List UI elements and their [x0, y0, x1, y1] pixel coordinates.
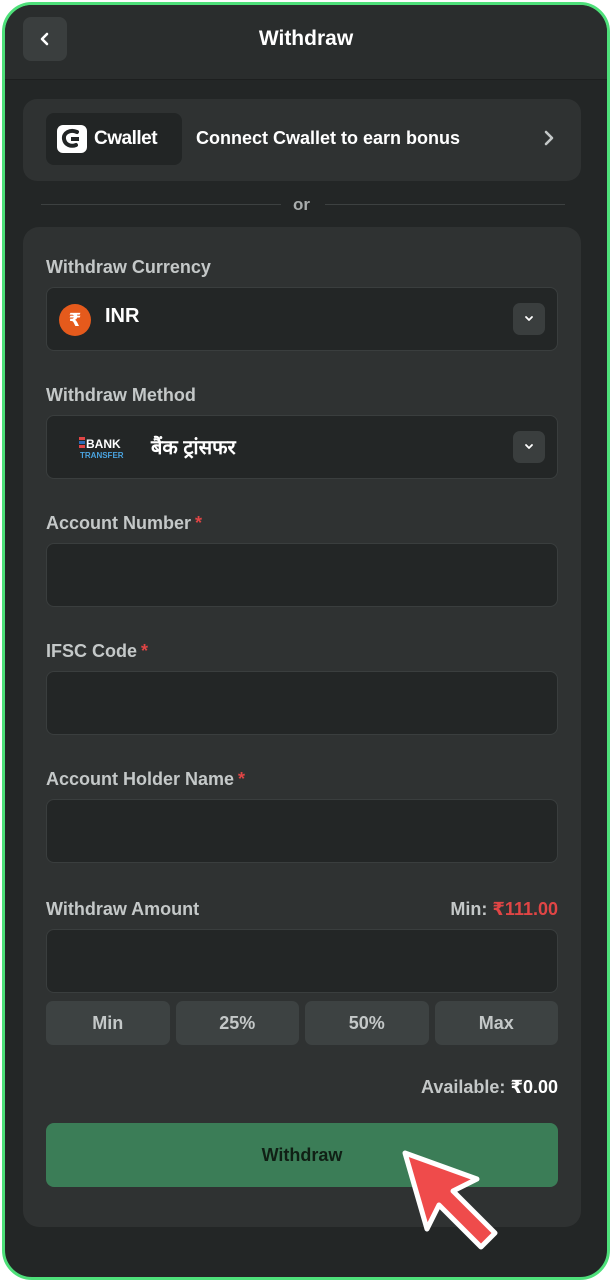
cwallet-logo: Cwallet — [46, 113, 182, 165]
required-marker: * — [195, 513, 203, 533]
method-select[interactable]: BANK TRANSFER बैंक ट्रांसफर — [46, 415, 558, 479]
withdraw-form: Withdraw Currency ₹ INR Withdraw Method … — [23, 227, 581, 1227]
account-number-label-text: Account Number — [46, 513, 192, 533]
amount-label: Withdraw Amount — [46, 899, 200, 919]
or-divider-text: or — [293, 195, 310, 214]
holder-name-label-text: Account Holder Name — [46, 769, 235, 789]
min-value: ₹111.00 — [492, 899, 558, 919]
required-marker: * — [141, 641, 149, 661]
pointer-cursor-icon — [402, 1150, 498, 1250]
amount-input[interactable] — [46, 929, 558, 993]
ifsc-label: IFSC Code * — [46, 641, 148, 662]
chevron-right-icon — [544, 130, 554, 146]
app-frame: Withdraw Cwallet Connect Cwallet to earn… — [2, 2, 610, 1280]
rupee-icon: ₹ — [59, 304, 91, 336]
50-percent-button[interactable]: 50% — [305, 1001, 429, 1045]
bank-transfer-logo: BANK TRANSFER — [79, 437, 124, 460]
page-title: Withdraw — [258, 27, 354, 50]
method-label: Withdraw Method — [46, 385, 196, 405]
chevron-down-icon — [525, 316, 533, 321]
currency-label: Withdraw Currency — [46, 257, 211, 277]
max-button[interactable]: Max — [434, 1001, 558, 1045]
currency-dropdown-button[interactable] — [513, 303, 545, 335]
bank-logo-line2: TRANSFER — [80, 451, 124, 460]
header: Withdraw — [5, 5, 607, 80]
account-number-input[interactable] — [46, 543, 558, 607]
cwallet-connect-card[interactable]: Cwallet Connect Cwallet to earn bonus — [23, 99, 581, 181]
ifsc-input[interactable] — [46, 671, 558, 735]
currency-value: INR — [105, 305, 140, 327]
available-value: ₹0.00 — [510, 1077, 558, 1097]
required-marker: * — [238, 769, 246, 789]
ifsc-label-text: IFSC Code — [46, 641, 138, 661]
cwallet-logo-text: Cwallet — [94, 128, 158, 149]
method-dropdown-button[interactable] — [513, 431, 545, 463]
min-prefix: Min: — [450, 899, 488, 919]
cwallet-connect-text: Connect Cwallet to earn bonus — [196, 128, 461, 148]
25-percent-button[interactable]: 25% — [175, 1001, 299, 1045]
method-value: बैंक ट्रांसफर — [151, 437, 236, 459]
holder-name-input[interactable] — [46, 799, 558, 863]
amount-quick-buttons: Min 25% 50% Max — [46, 1001, 558, 1045]
currency-select[interactable]: ₹ INR — [46, 287, 558, 351]
account-number-label: Account Number * — [46, 513, 202, 534]
min-button[interactable]: Min — [46, 1001, 170, 1045]
cwallet-logo-icon — [57, 125, 87, 153]
min-amount-text: Min: ₹111.00 — [450, 899, 558, 920]
bank-logo-line1: BANK — [86, 437, 121, 451]
divider-line-right — [325, 204, 565, 205]
available-balance: Available: ₹0.00 — [421, 1077, 558, 1098]
divider-line-left — [41, 204, 281, 205]
available-label: Available: — [421, 1077, 506, 1097]
chevron-down-icon — [525, 444, 533, 449]
holder-name-label: Account Holder Name * — [46, 769, 245, 790]
